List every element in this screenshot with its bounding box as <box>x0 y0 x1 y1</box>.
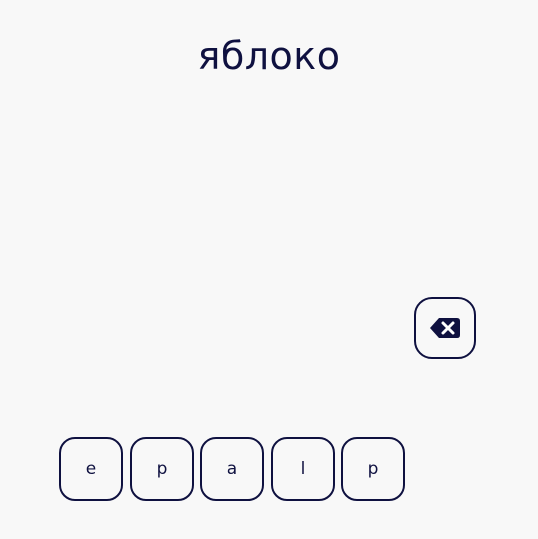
prompt-word: яблоко <box>197 34 341 78</box>
letter-tile[interactable]: e <box>59 437 123 501</box>
backspace-button[interactable] <box>414 297 476 359</box>
letter-tile[interactable]: p <box>130 437 194 501</box>
letter-tile[interactable]: a <box>200 437 264 501</box>
letter-tile[interactable]: p <box>341 437 405 501</box>
letter-tile[interactable]: l <box>271 437 335 501</box>
backspace-icon <box>429 316 461 340</box>
